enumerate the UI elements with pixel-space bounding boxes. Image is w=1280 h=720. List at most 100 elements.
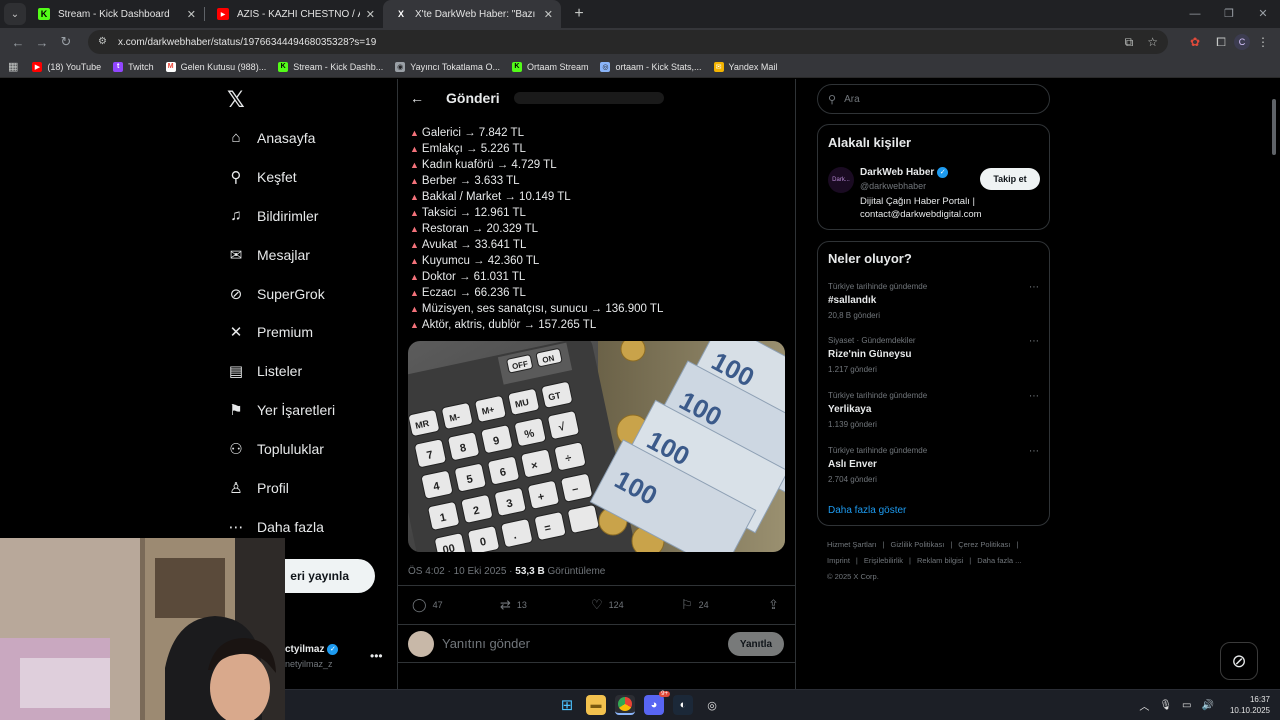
footer-link[interactable]: Çerez Politikası — [958, 540, 1010, 549]
nav-label: SuperGrok — [257, 286, 325, 302]
more-dots-icon[interactable]: ⋯ — [1029, 282, 1039, 293]
nav-profile[interactable]: ♙ Profil — [227, 479, 289, 497]
trend-item[interactable]: Türkiye tarihinde gündemde Yerlikaya 1.139… — [828, 391, 1041, 429]
reply-action[interactable]: ◯ 47 — [412, 597, 443, 613]
account-name[interactable]: ctyilmaz ✓ — [285, 644, 339, 655]
chevron-up-icon[interactable]: ︿ — [1139, 698, 1149, 713]
notification-badge: 9+ — [659, 691, 670, 697]
network-icon[interactable]: ▭ — [1182, 700, 1191, 711]
site-info-icon[interactable]: ⚙ — [98, 36, 110, 48]
close-icon[interactable]: ✕ — [366, 8, 375, 21]
maximize-icon[interactable]: ❐ — [1212, 0, 1246, 28]
extension-icon[interactable]: ✿ — [1182, 35, 1208, 49]
reload-icon[interactable]: ↻ — [54, 34, 78, 50]
page-scrollbar[interactable] — [1272, 99, 1276, 155]
x-premium-icon: ✕ — [229, 324, 243, 341]
footer-link[interactable]: Erişilebilirlik — [864, 556, 903, 565]
tab-azis-youtube[interactable]: ▶ AZIS - KAZHI CHESTNO / АЗИС ✕ — [205, 0, 383, 28]
footer-link[interactable]: Imprint — [827, 556, 850, 565]
trend-item[interactable]: Siyaset · Gündemdekiler Rize'nin Güneysu 1… — [828, 336, 1041, 374]
nav-label: Anasayfa — [257, 129, 316, 146]
close-icon[interactable]: ✕ — [187, 8, 196, 21]
tab-x-post[interactable]: X X'te DarkWeb Haber: "Bazı mes ✕ — [383, 0, 561, 28]
show-more-link[interactable]: Daha fazla göster — [828, 505, 906, 516]
bookmark-twitch[interactable]: t Twitch — [113, 61, 154, 72]
gmail-icon: M — [165, 61, 176, 72]
share-action[interactable]: ⇪ — [768, 597, 785, 613]
footer-link[interactable]: Daha fazla ... — [977, 556, 1021, 565]
tab-kick-dashboard[interactable]: K Stream - Kick Dashboard ✕ — [26, 0, 204, 28]
nav-messages[interactable]: ✉ Mesajlar — [227, 246, 310, 264]
search-input[interactable]: ⚲ Ara — [817, 84, 1050, 114]
bookmark-kick-dashboard[interactable]: K Stream - Kick Dashb... — [278, 61, 383, 72]
nav-more[interactable]: ⋯ Daha fazla — [227, 518, 324, 536]
install-app-icon[interactable]: ⧉ — [1125, 35, 1134, 50]
clock[interactable]: 16:37 10.10.2025 — [1230, 694, 1270, 716]
bookmark-ortaam-stream[interactable]: K Ortaam Stream — [511, 61, 588, 72]
back-icon[interactable]: ← — [6, 35, 30, 50]
bookmark-youtube[interactable]: ▶ (18) YouTube — [32, 61, 101, 72]
bookmark-kick-stats[interactable]: ◎ ortaam - Kick Stats,... — [600, 61, 702, 72]
post-timestamp[interactable]: ÖS 4:02 · 10 Eki 2025 · — [408, 566, 515, 577]
relevant-people-card: Alakalı kişiler Dark... DarkWeb Haber ✓ @… — [817, 124, 1050, 230]
post-line-text: Aktör, aktris, dublör → 157.265 TL — [421, 319, 597, 331]
more-dots-icon[interactable]: ⋯ — [1029, 336, 1039, 347]
obs-icon[interactable]: ◎ — [702, 695, 722, 715]
bookmark-gmail[interactable]: M Gelen Kutusu (988)... — [165, 61, 266, 72]
nav-supergrok[interactable]: ⊘ SuperGrok — [227, 285, 325, 303]
youtube-icon: ▶ — [32, 61, 43, 72]
more-dots-icon[interactable]: ⋯ — [1029, 446, 1039, 457]
new-tab-button[interactable]: + — [569, 5, 589, 23]
extensions-puzzle-icon[interactable]: ⧠ — [1208, 35, 1234, 50]
grok-icon[interactable]: ⊘ — [1220, 642, 1258, 680]
minimize-icon[interactable]: — — [1178, 0, 1212, 28]
bookmark-action[interactable]: ⚐ 24 — [681, 597, 709, 613]
nav-lists[interactable]: ▤ Listeler — [227, 362, 302, 380]
window-close-icon[interactable]: ✕ — [1246, 0, 1280, 28]
bookmark-star-icon[interactable]: ☆ — [1147, 35, 1158, 49]
more-dots-icon[interactable]: ⋯ — [1029, 391, 1039, 402]
profile-avatar[interactable]: C — [1234, 34, 1250, 50]
discord-icon[interactable]: ◕ 9+ — [644, 691, 670, 715]
address-bar[interactable]: ⚙ x.com/darkwebhaber/status/197663444946… — [88, 30, 1168, 54]
footer-separator: | — [855, 556, 858, 565]
footer-link[interactable]: Gizlilik Politikası — [891, 540, 945, 549]
trend-count: 20,8 B gönderi — [828, 311, 881, 320]
nav-premium[interactable]: ✕ Premium — [227, 323, 313, 341]
tab-search-icon[interactable]: ⌄ — [4, 3, 26, 25]
chrome-icon[interactable] — [615, 695, 635, 715]
reply-button[interactable]: Yanıtla — [728, 632, 784, 656]
trend-item[interactable]: Türkiye tarihinde gündemde Aslı Enver 2.70… — [828, 446, 1041, 484]
bookmark-tokatlama[interactable]: ◉ Yayıncı Tokatlama O... — [395, 61, 500, 72]
nav-home[interactable]: ⌂ Anasayfa — [227, 129, 315, 146]
microphone-icon[interactable]: 🎙 — [1159, 700, 1172, 711]
follow-button[interactable]: Takip et — [980, 168, 1040, 190]
nav-explore[interactable]: ⚲ Keşfet — [227, 168, 297, 186]
forward-icon[interactable]: → — [30, 35, 54, 50]
x-logo-icon[interactable]: 𝕏 — [227, 87, 245, 113]
person-name[interactable]: DarkWeb Haber ✓ — [860, 167, 949, 178]
steam-icon[interactable]: ◐ — [673, 695, 693, 715]
person-avatar[interactable]: Dark... — [828, 167, 854, 193]
footer-link[interactable]: Hizmet Şartları — [827, 540, 877, 549]
like-action[interactable]: ♡ 124 — [591, 597, 624, 613]
close-icon[interactable]: ✕ — [544, 8, 553, 21]
nav-bookmarks[interactable]: ⚑ Yer İşaretleri — [227, 401, 335, 419]
footer-link[interactable]: Reklam bilgisi — [917, 556, 963, 565]
reply-input[interactable]: Yanıtını gönder — [442, 636, 530, 651]
nav-notifications[interactable]: ♫ Bildirimler — [227, 207, 318, 224]
back-arrow-icon[interactable]: ← — [410, 90, 434, 106]
volume-icon[interactable]: 🔊 — [1202, 700, 1214, 711]
trend-item[interactable]: Türkiye tarihinde gündemde #sallandık 20,8… — [828, 282, 1041, 320]
post-line: ▲ Galerici → 7.842 TL — [410, 125, 795, 141]
file-explorer-icon[interactable]: ▬ — [586, 695, 606, 715]
post-image-calculator-money[interactable]: OFF ON MR M- M+ MU GT 7 8 9% √ 4 5 6 × ÷ 1 2 3 + − 00 0. = — [408, 341, 785, 552]
bookmark-yandex-mail[interactable]: ✉ Yandex Mail — [713, 61, 777, 72]
browser-menu-icon[interactable]: ⋮ — [1250, 35, 1276, 49]
repost-action[interactable]: ⇄ 13 — [500, 597, 527, 613]
apps-grid-icon[interactable]: ▦ — [8, 60, 18, 73]
post-line-text: Eczacı → 66.236 TL — [421, 287, 526, 299]
windows-start-icon[interactable]: ⊞ — [557, 695, 577, 715]
nav-communities[interactable]: ⚇ Topluluklar — [227, 440, 324, 458]
account-more-icon[interactable]: ••• — [370, 649, 383, 663]
